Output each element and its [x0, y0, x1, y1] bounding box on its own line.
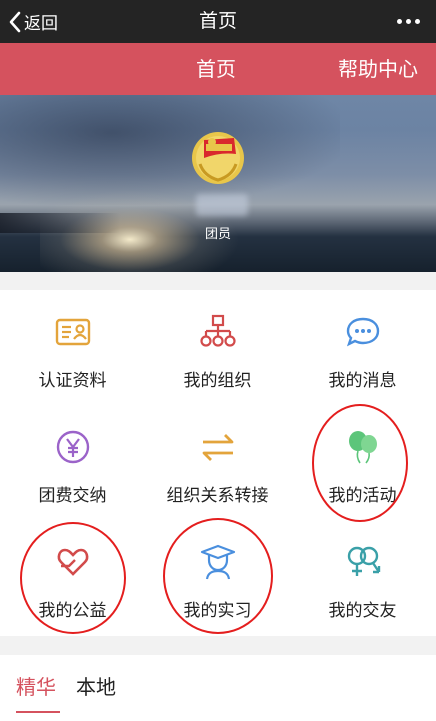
nav-bar: 首页 帮助中心	[0, 43, 436, 95]
page-title: 首页	[198, 10, 237, 32]
menu-item-my-friends[interactable]: 我的交友	[290, 520, 435, 635]
more-menu-button[interactable]	[397, 0, 420, 43]
transfer-arrows-icon	[202, 434, 233, 461]
active-tab-indicator	[16, 711, 60, 713]
nav-help-center-link[interactable]: 帮助中心	[338, 43, 418, 95]
id-card-icon	[55, 318, 90, 346]
highlight-circle	[20, 522, 126, 634]
tab-local[interactable]: 本地	[76, 671, 116, 700]
org-chart-icon	[199, 314, 236, 347]
menu-item-my-messages[interactable]: 我的消息	[290, 290, 435, 405]
yen-coin-icon	[56, 430, 89, 464]
message-bubble-icon	[346, 317, 379, 347]
gender-symbols-icon	[347, 546, 380, 576]
nav-home-link[interactable]: 首页	[196, 43, 236, 95]
more-dot	[406, 19, 411, 24]
username-blurred	[196, 194, 248, 216]
more-dot	[397, 19, 402, 24]
youth-league-emblem-icon[interactable]	[190, 130, 246, 186]
menu-item-league-fee[interactable]: 团费交纳	[0, 405, 145, 520]
feature-grid: 认证资料 我的组织 我的消息 团费交纳 组织关系转接 我的活动 我的公益 我的实…	[0, 290, 436, 636]
menu-item-label: 认证资料	[38, 371, 107, 391]
menu-item-label: 我的交友	[328, 601, 397, 621]
member-role: 团员	[204, 227, 231, 242]
content-tabs: 精华 本地	[0, 655, 436, 721]
tab-featured[interactable]: 精华	[16, 671, 56, 700]
top-bar: 返回 首页	[0, 0, 436, 43]
highlight-circle	[163, 518, 273, 634]
menu-item-certification[interactable]: 认证资料	[0, 290, 145, 405]
menu-item-my-organization[interactable]: 我的组织	[145, 290, 290, 405]
menu-item-transfer[interactable]: 组织关系转接	[145, 405, 290, 520]
more-dot	[415, 19, 420, 24]
banner-cloud	[0, 95, 340, 205]
menu-item-label: 我的组织	[183, 371, 252, 391]
menu-item-label: 团费交纳	[38, 486, 107, 506]
menu-item-label: 组织关系转接	[166, 486, 269, 506]
menu-item-label: 我的消息	[328, 371, 397, 391]
highlight-circle	[312, 404, 408, 522]
